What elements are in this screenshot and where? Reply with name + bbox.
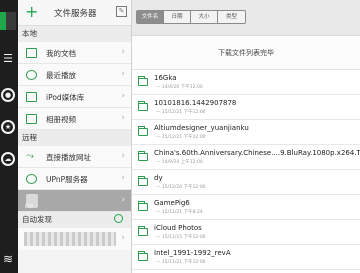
- file-date: — 15/12/20 下午12:00: [156, 185, 206, 190]
- upnp-icon: [26, 174, 37, 184]
- list-item[interactable]: 10101816.1442907878 — 15/12/21 下午12:00: [132, 95, 360, 120]
- sidebar-item-label: 直接播放网址: [46, 153, 91, 162]
- sort-by-date[interactable]: 日期: [164, 11, 191, 23]
- list-item[interactable]: dy — 15/12/20 下午12:00: [132, 170, 360, 195]
- sort-bar: 文件名 日期 大小 类型: [132, 0, 360, 36]
- wifi-icon[interactable]: ≋: [1, 252, 15, 266]
- active-tab-indicator[interactable]: [0, 12, 16, 30]
- file-name: China's.60th.Anniversary.Chinese....9.Bl…: [154, 149, 360, 157]
- list-item[interactable]: GamePig6 — 15/11/21 下午8:24: [132, 195, 360, 220]
- chevron-right-icon: ›: [121, 195, 125, 205]
- clock-icon: [26, 70, 37, 80]
- file-name: 16Gka: [154, 74, 177, 82]
- star-icon[interactable]: ★: [1, 120, 15, 134]
- cloud-icon[interactable]: ☁: [1, 152, 15, 166]
- sidebar-item-play-url[interactable]: ⤳ 直接播放网址 ›: [18, 146, 131, 168]
- file-name: iCloud Photos: [154, 224, 202, 232]
- folder-icon: [138, 251, 148, 261]
- chevron-right-icon: ›: [121, 151, 125, 161]
- chevron-right-icon: ›: [121, 173, 125, 183]
- globe-icon[interactable]: ●: [1, 88, 15, 102]
- edit-icon[interactable]: ✎: [116, 6, 127, 17]
- sort-by-type[interactable]: 类型: [218, 11, 245, 23]
- sidebar-item-label: 最近播放: [46, 71, 76, 80]
- folder-icon: [138, 101, 148, 111]
- sidebar-item-recent[interactable]: 最近播放 ›: [18, 64, 131, 86]
- discovered-server-item[interactable]: ›: [18, 228, 131, 250]
- sidebar-item-my-documents[interactable]: 我的文档 ›: [18, 42, 131, 64]
- sidebar-item-ipod-library[interactable]: iPod媒体库 ›: [18, 86, 131, 108]
- chevron-right-icon: ›: [121, 233, 125, 243]
- folder-icon: [138, 176, 148, 186]
- sidebar-item-label: 相册视频: [46, 115, 76, 124]
- file-name: 10101816.1442907878: [154, 99, 237, 107]
- file-date: — 15/11/21 下午8:24: [156, 210, 203, 215]
- file-date: — 14/9/24 上午12:00: [156, 160, 203, 165]
- file-date: — 15/11/21 下午12:00: [156, 260, 206, 265]
- sidebar-item-camera-roll[interactable]: 相册视频 ›: [18, 108, 131, 130]
- file-name: Intel_1991-1992_revA: [154, 249, 231, 257]
- sidebar-header: + 文件服务器 ✎: [18, 0, 131, 26]
- file-date: — 15/11/15 下午12:00: [156, 235, 206, 240]
- chevron-right-icon: ›: [121, 69, 125, 79]
- list-item[interactable]: iCloud Photos — 15/11/15 下午12:00: [132, 220, 360, 245]
- server-type-label: FTP: [25, 205, 33, 210]
- file-name: dy: [154, 174, 163, 182]
- folder-icon: [138, 151, 148, 161]
- folder-icon: [26, 48, 37, 58]
- section-auto-label: 自动发现: [22, 215, 52, 224]
- folder-icon: [138, 126, 148, 136]
- list-icon[interactable]: ☰: [1, 52, 15, 66]
- section-remote: 远程: [18, 130, 131, 146]
- folder-icon: [138, 226, 148, 236]
- list-item[interactable]: China's.60th.Anniversary.Chinese....9.Bl…: [132, 145, 360, 170]
- file-date: — 14/4/20 下午12:00: [156, 85, 203, 90]
- sidebar-item-upnp[interactable]: UPnP服务器 ›: [18, 168, 131, 190]
- add-server-icon[interactable]: +: [25, 2, 38, 22]
- sidebar-item-ftp-server[interactable]: FTP ›: [18, 190, 131, 212]
- sidebar-item-label: iPod媒体库: [46, 93, 85, 102]
- file-date: — 15/12/21 下午12:00: [156, 110, 206, 115]
- file-date: — 15/12/21 下午12:00: [156, 135, 206, 140]
- file-list-panel: 文件名 日期 大小 类型 下载文件列表完毕 16Gka — 14/4/20 下午…: [132, 0, 360, 273]
- sidebar-item-label: 我的文档: [46, 49, 76, 58]
- link-icon: ⤳: [26, 151, 34, 162]
- list-item[interactable]: 16Gka — 14/4/20 下午12:00: [132, 70, 360, 95]
- chevron-right-icon: ›: [121, 91, 125, 101]
- redacted-server-name: [24, 232, 116, 246]
- list-item[interactable]: Altiumdesigner_yuanjianku — 15/12/21 下午1…: [132, 120, 360, 145]
- list-item[interactable]: Intel_1991-1992_revA — 15/11/21 下午12:00: [132, 245, 360, 270]
- left-rail: ☰ ● ★ ☁ ≋: [0, 0, 18, 273]
- section-local: 本地: [18, 26, 131, 42]
- file-server-sidebar: + 文件服务器 ✎ 本地 我的文档 › 最近播放 › iPod媒体库 › 相册视…: [18, 0, 132, 273]
- chevron-right-icon: ›: [121, 113, 125, 123]
- sidebar-item-label: UPnP服务器: [46, 175, 88, 184]
- section-auto-discover: 自动发现: [18, 212, 131, 228]
- file-name: GamePig6: [154, 199, 190, 207]
- chevron-right-icon: ›: [121, 47, 125, 57]
- video-icon: [26, 114, 37, 124]
- search-icon[interactable]: [114, 214, 123, 223]
- sidebar-title: 文件服务器: [54, 9, 97, 19]
- file-name: Altiumdesigner_yuanjianku: [154, 124, 249, 132]
- sort-segmented-control: 文件名 日期 大小 类型: [136, 10, 246, 24]
- status-message: 下载文件列表完毕: [132, 36, 360, 70]
- sort-by-size[interactable]: 大小: [191, 11, 218, 23]
- sort-by-name[interactable]: 文件名: [137, 11, 164, 23]
- folder-icon: [138, 201, 148, 211]
- ipod-icon: [26, 92, 37, 102]
- folder-icon: [138, 76, 148, 86]
